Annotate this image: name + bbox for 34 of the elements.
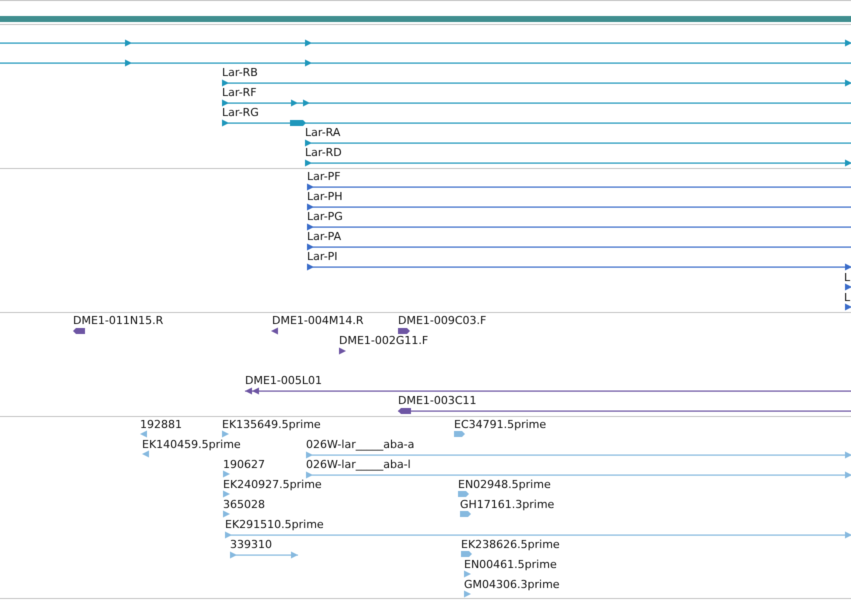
feature-label: Lar-PI	[307, 250, 338, 263]
feature-label: EK291510.5prime	[225, 518, 324, 531]
feature-label: Lar-PA	[307, 230, 342, 243]
feature-label: EN02948.5prime	[458, 478, 551, 491]
feature-label: EK135649.5prime	[222, 418, 321, 431]
feature-label: L	[844, 291, 850, 304]
feature-label: EK240927.5prime	[223, 478, 322, 491]
feature-label: Lar-RF	[222, 86, 257, 99]
feature-label: DME1-003C11	[398, 394, 477, 407]
feature-label: EN00461.5prime	[464, 558, 557, 571]
feature-label: DME1-011N15.R	[73, 314, 164, 327]
feature-label: Lar-RD	[305, 146, 342, 159]
feature-label: Lar-PF	[307, 170, 341, 183]
feature-label: GH17161.3prime	[460, 498, 554, 511]
feature-label: Lar-RA	[305, 126, 340, 139]
feature-label: 026W-lar_____aba-a	[306, 438, 414, 451]
feature-label: Lar-PG	[307, 210, 343, 223]
feature-label: 365028	[223, 498, 265, 511]
feature-label: DME1-009C03.F	[398, 314, 486, 327]
feature-label: Lar-RG	[222, 106, 259, 119]
feature-label: 192881	[140, 418, 182, 431]
feature-label: DME1-004M14.R	[272, 314, 364, 327]
feature-label: Lar-PH	[307, 190, 343, 203]
feature-label: 190627	[223, 458, 265, 471]
feature-label: Lar-RB	[222, 66, 258, 79]
feature-label: GM04306.3prime	[464, 578, 560, 591]
feature-label: L	[844, 271, 850, 284]
feature-label: DME1-005L01	[245, 374, 322, 387]
feature-label: EK238626.5prime	[461, 538, 560, 551]
feature-label: DME1-002G11.F	[339, 334, 428, 347]
feature-label: EC34791.5prime	[454, 418, 546, 431]
feature-label: 026W-lar_____aba-l	[306, 458, 411, 471]
feature-label: EK140459.5prime	[142, 438, 241, 451]
feature-label: 339310	[230, 538, 272, 551]
